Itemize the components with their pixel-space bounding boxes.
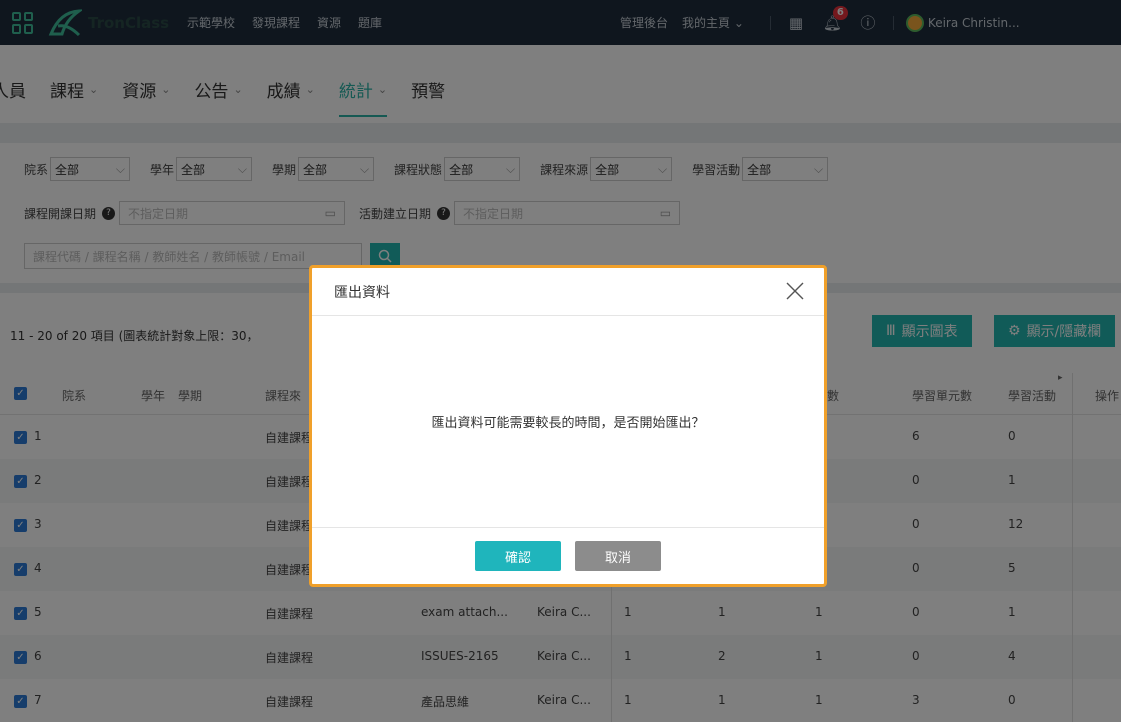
dialog-body: 匯出資料可能需要較長的時間，是否開始匯出？ — [312, 316, 824, 528]
export-dialog: 匯出資料 匯出資料可能需要較長的時間，是否開始匯出？ 確認 取消 — [309, 265, 827, 587]
close-icon[interactable] — [784, 280, 806, 302]
dialog-header: 匯出資料 — [312, 268, 824, 316]
confirm-button[interactable]: 確認 — [475, 541, 561, 571]
dialog-title: 匯出資料 — [334, 284, 390, 301]
cancel-button[interactable]: 取消 — [575, 541, 661, 571]
dialog-footer: 確認 取消 — [312, 528, 824, 584]
dialog-message: 匯出資料可能需要較長的時間，是否開始匯出？ — [431, 416, 705, 431]
